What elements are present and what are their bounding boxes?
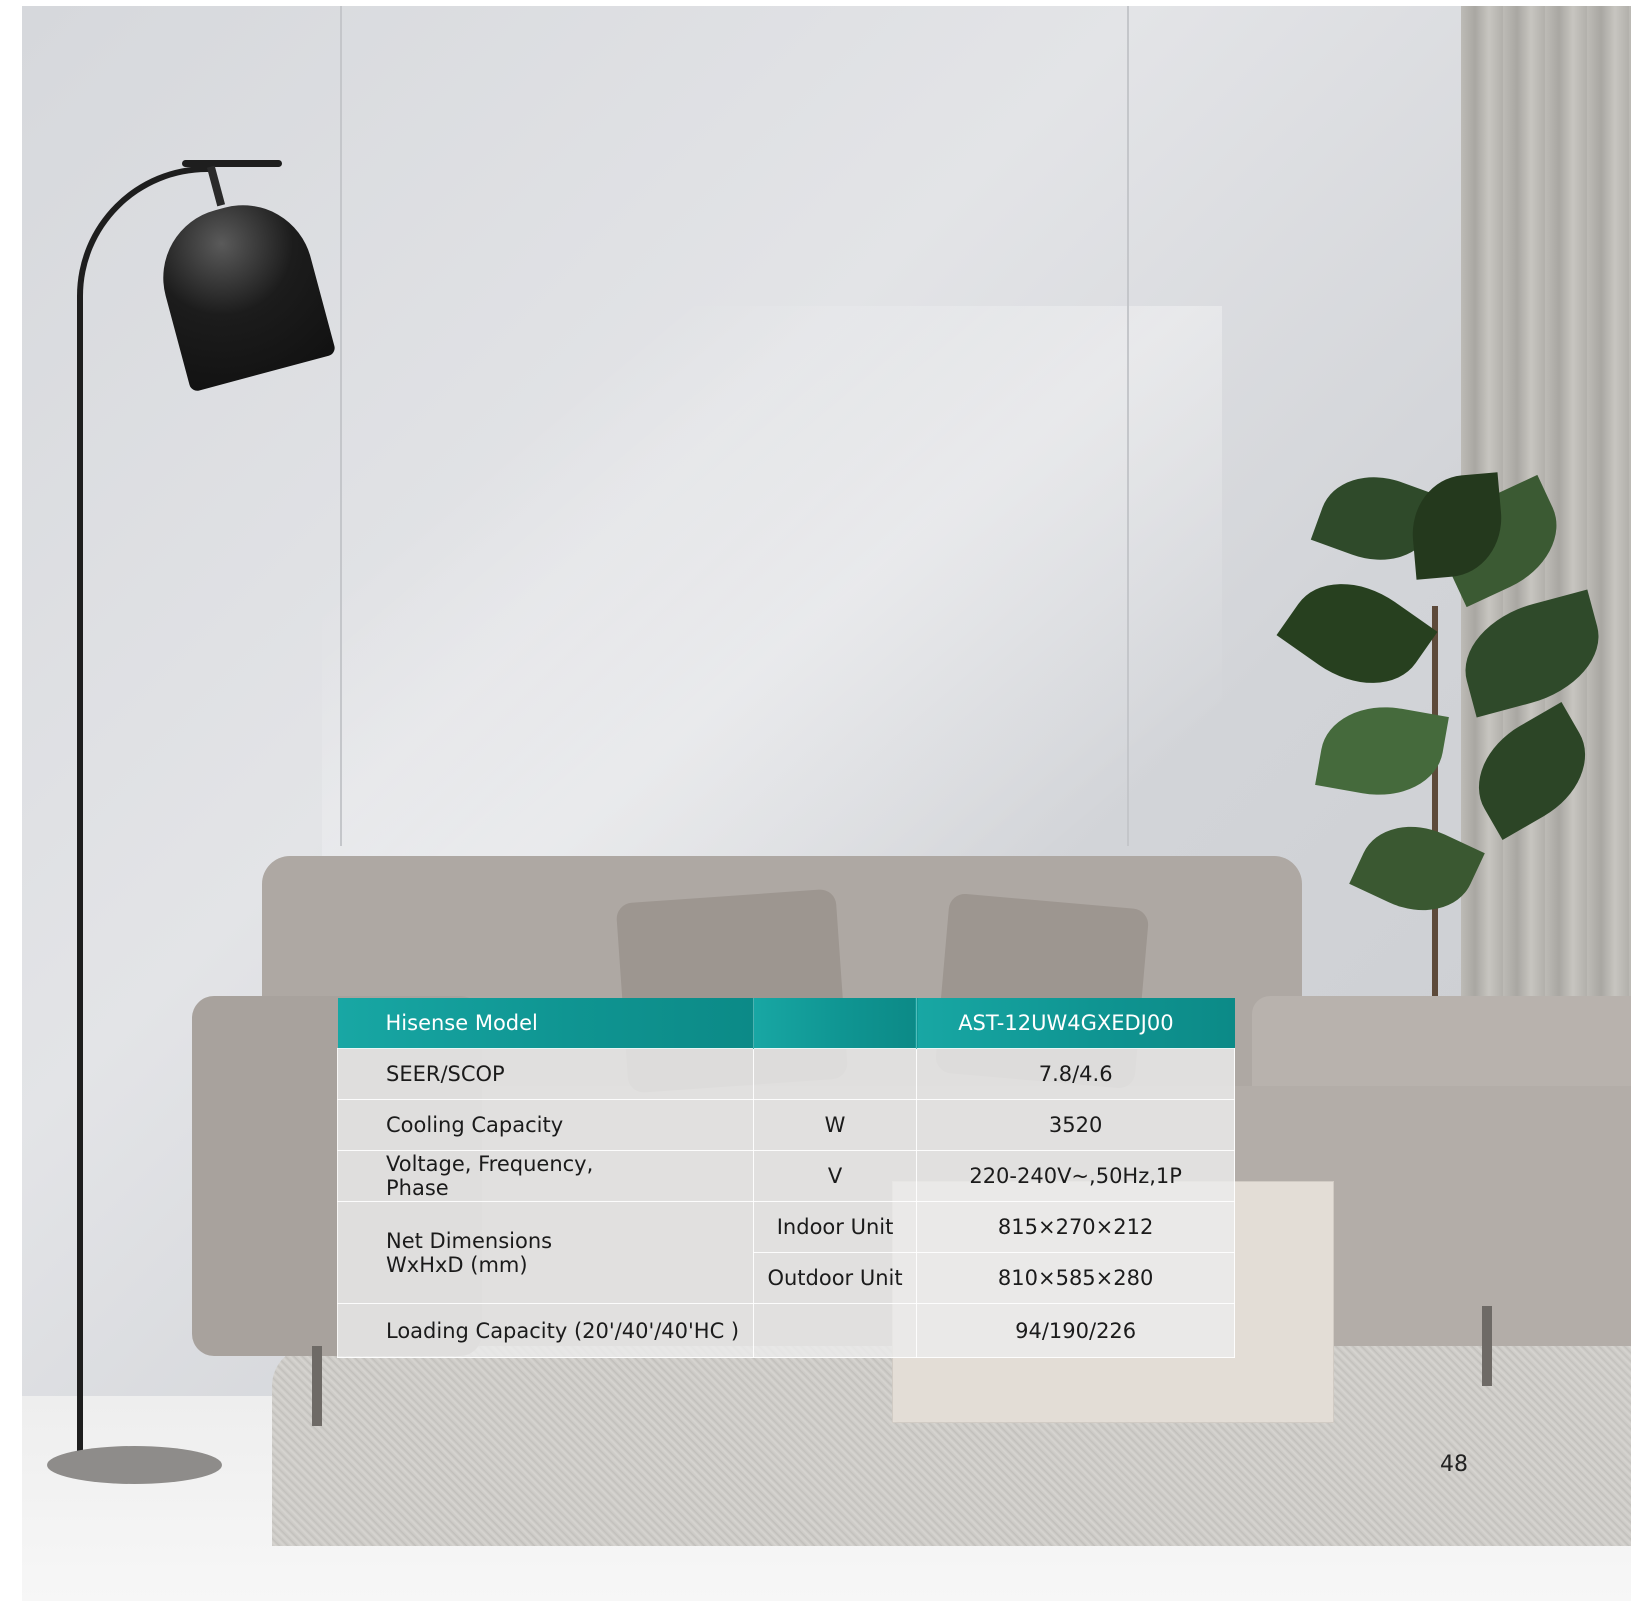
wall-panel-line [1127, 6, 1129, 846]
plant-leaf [1315, 696, 1449, 806]
wall-panel-line [340, 6, 342, 846]
spec-label-line: WxHxD (mm) [386, 1252, 528, 1277]
spec-row: Voltage, Frequency, Phase V 220-240V~,50… [337, 1150, 1235, 1202]
spec-unit: V [752, 1150, 918, 1202]
background-photo [22, 6, 1631, 1601]
floor-lamp-base [47, 1446, 222, 1484]
spec-row: Net Dimensions WxHxD (mm) Indoor Unit 81… [337, 1201, 1235, 1304]
spec-value: 810×585×280 [916, 1252, 1235, 1304]
spec-label-line: Phase [386, 1176, 449, 1200]
spec-header-unit [752, 998, 918, 1049]
spec-value: 220-240V~,50Hz,1P [916, 1150, 1235, 1202]
spec-row: Cooling Capacity W 3520 [337, 1099, 1235, 1151]
spec-label: Voltage, Frequency, Phase [337, 1150, 754, 1202]
spec-value: 3520 [916, 1099, 1235, 1151]
spec-label: SEER/SCOP [337, 1048, 754, 1100]
spec-label-line: Voltage, Frequency, [386, 1152, 594, 1176]
sofa-leg [1482, 1306, 1492, 1386]
plant-leaf [1276, 557, 1438, 710]
page-number: 48 [1440, 1452, 1468, 1477]
plant-stem [1432, 606, 1438, 1006]
spec-label-line: Net Dimensions [386, 1228, 553, 1253]
spec-header-value: AST-12UW4GXEDJ00 [916, 998, 1235, 1049]
sofa-leg [312, 1346, 322, 1426]
spec-unit: Outdoor Unit [752, 1252, 918, 1304]
spec-table: Hisense Model AST-12UW4GXEDJ00 SEER/SCOP… [337, 998, 1235, 1358]
floor-lamp-arm [182, 160, 282, 167]
spec-unit [752, 1303, 918, 1358]
spec-value: 815×270×212 [916, 1201, 1235, 1253]
spec-unit: Indoor Unit [752, 1201, 918, 1253]
spec-row: SEER/SCOP 7.8/4.6 [337, 1048, 1235, 1100]
spec-header-row: Hisense Model AST-12UW4GXEDJ00 [337, 998, 1235, 1049]
spec-label: Net Dimensions WxHxD (mm) [337, 1201, 754, 1304]
spec-value: 94/190/226 [916, 1303, 1235, 1358]
spec-label: Cooling Capacity [337, 1099, 754, 1151]
spec-row: Loading Capacity (20'/40'/40'HC ) 94/190… [337, 1303, 1235, 1358]
spec-unit: W [752, 1099, 918, 1151]
spec-unit [752, 1048, 918, 1100]
spec-value: 7.8/4.6 [916, 1048, 1235, 1100]
spec-header-label: Hisense Model [337, 998, 754, 1049]
spec-label: Loading Capacity (20'/40'/40'HC ) [337, 1303, 754, 1358]
